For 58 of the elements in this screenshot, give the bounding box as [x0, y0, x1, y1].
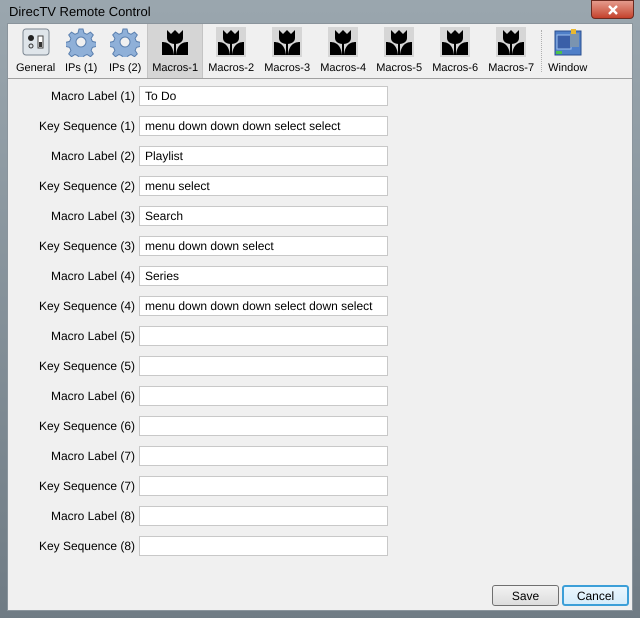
close-button[interactable] — [591, 0, 634, 19]
input-field[interactable] — [139, 416, 388, 436]
switch-panel-icon — [22, 28, 50, 56]
input-field[interactable] — [139, 476, 388, 496]
field-label: Macro Label (1) — [50, 88, 136, 105]
toolbar-tab[interactable]: Macros-6 — [427, 24, 484, 78]
field-label: Key Sequence (4) — [38, 298, 136, 315]
toolbar-tab[interactable]: General — [12, 24, 60, 78]
field-label: Macro Label (5) — [50, 328, 136, 345]
toolbar-tab[interactable]: Macros-4 — [315, 24, 372, 78]
input-field[interactable] — [139, 536, 388, 556]
field-label: Macro Label (6) — [50, 388, 136, 405]
input-field[interactable]: menu down down down select select — [139, 116, 388, 136]
dialog-button[interactable]: Save — [492, 585, 559, 606]
window-title: DirecTV Remote Control — [8, 2, 151, 21]
field-label: Key Sequence (7) — [38, 478, 136, 495]
tulip-icon — [440, 26, 470, 57]
toolbar-tab[interactable]: IPs (2) — [103, 24, 148, 78]
window-icon — [554, 28, 582, 56]
input-field[interactable]: menu select — [139, 176, 388, 196]
input-field[interactable] — [139, 326, 388, 346]
input-field[interactable]: Series — [139, 266, 388, 286]
toolbar-tab[interactable]: Macros-5 — [371, 24, 428, 78]
tulip-icon — [496, 26, 526, 57]
field-label: Key Sequence (2) — [38, 178, 136, 195]
field-label: Key Sequence (5) — [38, 358, 136, 375]
input-field[interactable] — [139, 446, 388, 466]
toolbar-tab[interactable]: Macros-1 — [147, 24, 204, 78]
tulip-icon — [272, 26, 302, 57]
field-label: Macro Label (4) — [50, 268, 136, 285]
input-field[interactable]: Search — [139, 206, 388, 226]
tulip-icon — [216, 26, 246, 57]
field-label: Macro Label (3) — [50, 208, 136, 225]
input-field[interactable]: To Do — [139, 86, 388, 106]
tulip-icon — [328, 26, 358, 57]
input-field[interactable]: menu down down select — [139, 236, 388, 256]
toolbar-tab[interactable]: IPs (1) — [59, 24, 104, 78]
gear-icon — [110, 26, 140, 57]
field-label: Macro Label (7) — [50, 448, 136, 465]
dialog-button[interactable]: Cancel — [562, 585, 629, 606]
input-field[interactable] — [139, 506, 388, 526]
toolbar-tab[interactable]: Macros-7 — [483, 24, 540, 78]
toolbar-tab[interactable]: Macros-3 — [259, 24, 316, 78]
close-icon — [606, 4, 618, 14]
input-field[interactable] — [139, 356, 388, 376]
input-field[interactable]: menu down down down select down select — [139, 296, 388, 316]
field-label: Macro Label (2) — [50, 148, 136, 165]
field-label: Key Sequence (6) — [38, 418, 136, 435]
input-field[interactable]: Playlist — [139, 146, 388, 166]
input-field[interactable] — [139, 386, 388, 406]
field-label: Key Sequence (1) — [38, 118, 136, 135]
field-label: Macro Label (8) — [50, 508, 136, 525]
tulip-icon — [384, 26, 414, 57]
field-label: Key Sequence (8) — [38, 538, 136, 555]
field-label: Key Sequence (3) — [38, 238, 136, 255]
toolbar-tab[interactable]: Macros-2 — [203, 24, 260, 78]
gear-icon — [66, 26, 96, 57]
toolbar-tab[interactable]: Window — [544, 24, 592, 78]
